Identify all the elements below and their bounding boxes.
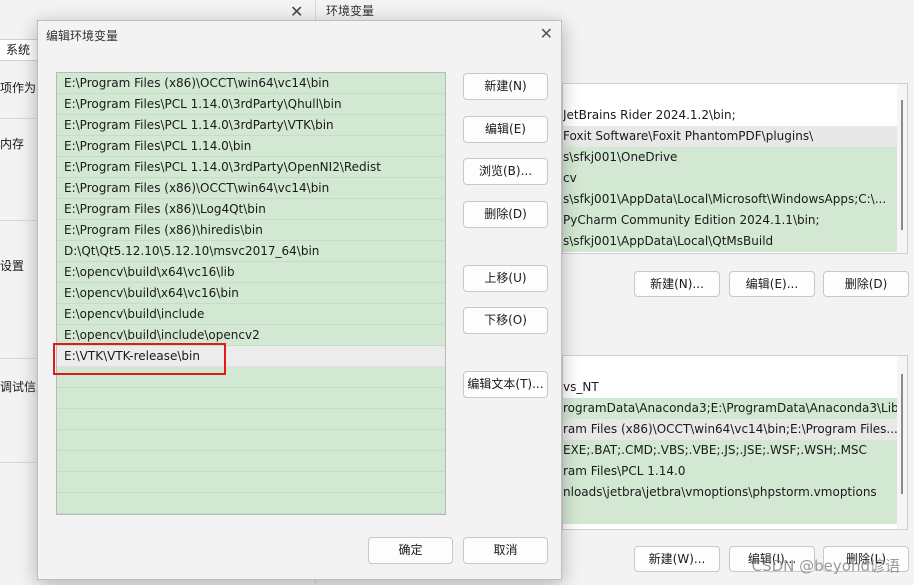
cancel-button[interactable]: 取消 xyxy=(463,537,548,564)
divider xyxy=(0,462,36,463)
list-item[interactable]: E:\Program Files\PCL 1.14.0\3rdParty\Ope… xyxy=(57,157,445,178)
list-item[interactable]: PyCharm Community Edition 2024.1.1\bin; xyxy=(563,210,907,231)
list-item[interactable]: E:\Program Files\PCL 1.14.0\3rdParty\VTK… xyxy=(57,115,445,136)
user-delete-button[interactable]: 删除(D) xyxy=(823,271,909,297)
move-up-button[interactable]: 上移(U) xyxy=(463,265,548,292)
list-item[interactable]: JetBrains Rider 2024.1.2\bin; xyxy=(563,105,907,126)
edit-text-button[interactable]: 编辑文本(T)... xyxy=(463,371,548,398)
scrollbar[interactable] xyxy=(897,356,907,529)
user-new-button[interactable]: 新建(N)... xyxy=(634,271,720,297)
new-button[interactable]: 新建(N) xyxy=(463,73,548,100)
ok-button[interactable]: 确定 xyxy=(368,537,453,564)
empty-row xyxy=(57,388,445,409)
empty-row xyxy=(57,451,445,472)
move-down-button[interactable]: 下移(O) xyxy=(463,307,548,334)
list-item[interactable] xyxy=(563,84,907,105)
list-item[interactable]: rogramData\Anaconda3;E:\ProgramData\Anac… xyxy=(563,398,907,419)
list-item[interactable]: ram Files (x86)\OCCT\win64\vc14\bin;E:\P… xyxy=(563,419,907,440)
system-new-button[interactable]: 新建(W)... xyxy=(634,546,720,572)
user-edit-button[interactable]: 编辑(E)... xyxy=(729,271,815,297)
list-item[interactable]: s\sfkj001\AppData\Local\Microsoft\Window… xyxy=(563,189,907,210)
empty-row xyxy=(57,367,445,388)
list-item[interactable]: ram Files\PCL 1.14.0 xyxy=(563,461,907,482)
divider xyxy=(0,220,36,221)
list-item[interactable]: cv xyxy=(563,168,907,189)
browse-button[interactable]: 浏览(B)... xyxy=(463,158,548,185)
edit-button[interactable]: 编辑(E) xyxy=(463,116,548,143)
window-title: 环境变量 xyxy=(326,4,375,18)
list-item[interactable]: nloads\jetbra\jetbra\vmoptions\phpstorm.… xyxy=(563,482,907,503)
list-item[interactable] xyxy=(563,356,907,377)
list-item[interactable]: vs_NT xyxy=(563,377,907,398)
background-text-fragment: 调试信息 xyxy=(0,380,40,394)
background-text-fragment: 设置 xyxy=(0,259,25,273)
list-item[interactable]: E:\opencv\build\x64\vc16\lib xyxy=(57,262,445,283)
list-item[interactable] xyxy=(563,503,907,524)
divider xyxy=(0,358,36,359)
list-item[interactable]: D:\Qt\Qt5.12.10\5.12.10\msvc2017_64\bin xyxy=(57,241,445,262)
background-text-fragment: 项作为 xyxy=(0,81,37,95)
list-item[interactable]: E:\Program Files (x86)\hiredis\bin xyxy=(57,220,445,241)
edit-environment-variable-dialog: 编辑环境变量 ✕ E:\Program Files (x86)\OCCT\win… xyxy=(37,20,562,580)
empty-row xyxy=(57,472,445,493)
list-item[interactable]: E:\Program Files\PCL 1.14.0\3rdParty\Qhu… xyxy=(57,94,445,115)
watermark: CSDN @beyond谚语 xyxy=(751,557,900,575)
scrollbar[interactable] xyxy=(897,84,907,253)
list-item[interactable]: E:\Program Files (x86)\OCCT\win64\vc14\b… xyxy=(57,178,445,199)
path-list[interactable]: E:\Program Files (x86)\OCCT\win64\vc14\b… xyxy=(56,72,446,515)
list-item-selected[interactable]: E:\VTK\VTK-release\bin xyxy=(57,346,445,367)
empty-row xyxy=(57,409,445,430)
close-icon[interactable]: ✕ xyxy=(290,2,303,21)
tab-system[interactable]: 系统 xyxy=(0,39,40,61)
list-item[interactable]: E:\Program Files (x86)\Log4Qt\bin xyxy=(57,199,445,220)
list-item[interactable]: E:\opencv\build\include xyxy=(57,304,445,325)
list-item[interactable]: EXE;.BAT;.CMD;.VBS;.VBE;.JS;.JSE;.WSF;.W… xyxy=(563,440,907,461)
system-variables-list[interactable]: vs_NT rogramData\Anaconda3;E:\ProgramDat… xyxy=(562,355,908,530)
list-item[interactable]: E:\Program Files\PCL 1.14.0\bin xyxy=(57,136,445,157)
close-icon[interactable]: ✕ xyxy=(540,24,553,43)
background-text-fragment: 内存 xyxy=(0,137,25,151)
divider xyxy=(0,118,36,119)
delete-button[interactable]: 删除(D) xyxy=(463,201,548,228)
list-item[interactable]: s\sfkj001\AppData\Local\QtMsBuild xyxy=(563,231,907,252)
list-item[interactable]: Foxit Software\Foxit PhantomPDF\plugins\ xyxy=(563,126,907,147)
list-item[interactable]: E:\opencv\build\x64\vc16\bin xyxy=(57,283,445,304)
empty-row xyxy=(57,493,445,514)
list-item[interactable]: s\sfkj001\OneDrive xyxy=(563,147,907,168)
empty-row xyxy=(57,430,445,451)
dialog-title: 编辑环境变量 xyxy=(46,29,119,43)
list-item[interactable]: E:\Program Files (x86)\OCCT\win64\vc14\b… xyxy=(57,73,445,94)
list-item[interactable]: E:\opencv\build\include\opencv2 xyxy=(57,325,445,346)
user-variables-list[interactable]: JetBrains Rider 2024.1.2\bin; Foxit Soft… xyxy=(562,83,908,254)
